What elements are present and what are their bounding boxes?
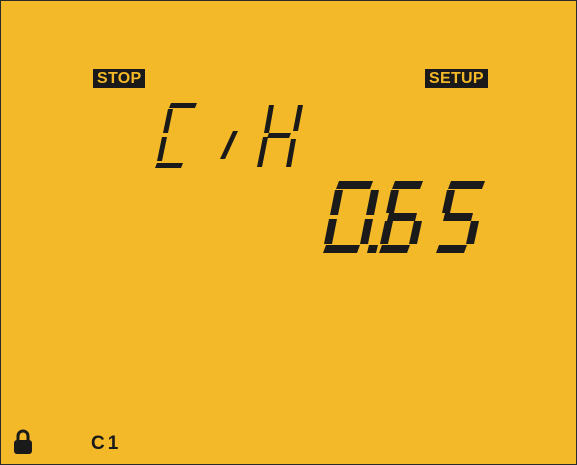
segment-c-upper-left [163,109,173,133]
digit-0-lower-right [360,219,373,244]
lock-icon [14,429,32,454]
segment-k-lower-right [286,139,296,167]
digit-6-lower-left [380,221,393,244]
digit-6-lower-right [409,221,422,244]
digit-0-top [336,181,373,189]
digit-6-bottom [379,245,410,253]
digit-5-top [448,181,485,189]
segment-c-bottom [155,163,183,168]
setup-mode-badge: SETUP [425,69,488,88]
segment-slash [220,131,238,159]
segment-k-upper-right [293,105,303,131]
segment-c-lower-left [157,137,167,161]
lcd-display: STOP SETUP C/K 0.65 [0,0,577,465]
digit-6-top [392,181,423,189]
parameter-value-text: 0.65 [1,1,2,2]
parameter-code-segments [155,103,303,168]
decimal-point [367,245,378,253]
stop-status-badge: STOP [93,69,146,88]
digit-6-middle [387,213,417,221]
segment-k-lower-left [257,137,268,167]
digit-6-upper-left [386,190,399,213]
segment-c-top [169,103,197,108]
digit-5-upper-left [442,190,455,213]
parameter-code-text: C/K [1,1,2,2]
digit-0-bottom [323,245,360,253]
channel-label: C1 [91,433,122,454]
digit-0-upper-right [366,190,379,215]
parameter-value-segments [323,181,485,253]
digit-5-middle [443,213,473,221]
segment-k-upper-left [264,105,274,133]
digit-5-lower-right [466,221,479,244]
digit-0-upper-left [330,190,343,215]
segment-k-middle [267,133,291,138]
digit-0-lower-left [324,219,337,244]
digit-5-bottom [436,245,467,253]
